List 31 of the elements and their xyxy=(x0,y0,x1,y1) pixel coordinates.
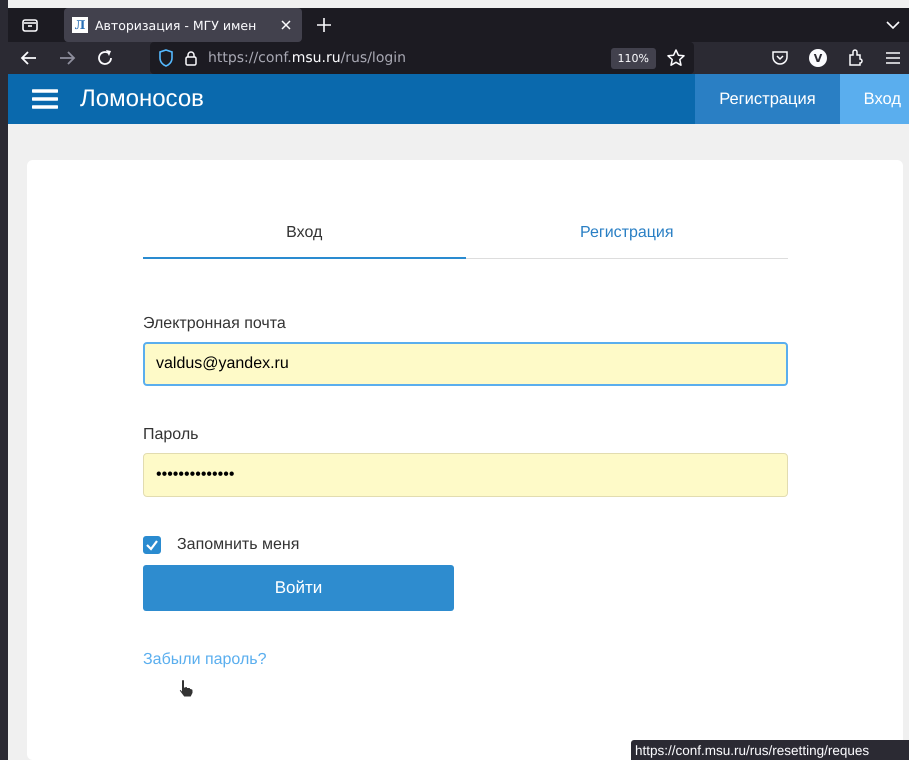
status-url-tooltip: https://conf.msu.ru/rus/resetting/reques xyxy=(631,740,909,760)
tab-title: Авторизация - МГУ имен xyxy=(95,18,258,33)
zoom-badge[interactable]: 110% xyxy=(610,48,656,69)
new-tab-icon[interactable] xyxy=(316,17,332,34)
login-button[interactable]: Войти xyxy=(143,565,454,611)
hand-cursor-icon xyxy=(178,678,194,698)
close-icon[interactable] xyxy=(280,19,292,32)
pocket-icon[interactable] xyxy=(771,49,789,68)
shield-icon[interactable] xyxy=(158,49,174,68)
form-tab[interactable]: Регистрация xyxy=(466,210,788,259)
star-icon[interactable] xyxy=(666,48,686,68)
site-title[interactable]: Ломоносов xyxy=(80,85,204,114)
field-label: Электронная почта xyxy=(143,315,287,333)
browser-tab[interactable]: Л Авторизация - МГУ имен xyxy=(64,8,302,42)
address-bar[interactable]: https://conf.msu.ru/rus/login 110% xyxy=(150,42,694,74)
nav-link[interactable]: Регистрация xyxy=(695,74,840,124)
profile-avatar[interactable]: V xyxy=(809,49,827,68)
checkbox[interactable] xyxy=(143,536,161,554)
form-tab[interactable]: Вход xyxy=(143,210,466,259)
input-field[interactable]: •••••••••••••• xyxy=(143,453,788,497)
lock-icon[interactable] xyxy=(184,50,198,66)
back-icon[interactable] xyxy=(20,49,38,68)
field-label: Пароль xyxy=(143,426,200,444)
reload-icon[interactable] xyxy=(96,49,114,68)
url-text: https://conf.msu.ru/rus/login xyxy=(208,50,406,66)
favicon: Л xyxy=(72,17,88,34)
input-field[interactable]: valdus@yandex.ru xyxy=(143,342,788,386)
menu-icon[interactable] xyxy=(885,50,901,66)
checkbox-label: Запомнить меня xyxy=(177,536,300,554)
forward-icon[interactable] xyxy=(58,49,76,68)
puzzle-icon[interactable] xyxy=(847,49,865,68)
